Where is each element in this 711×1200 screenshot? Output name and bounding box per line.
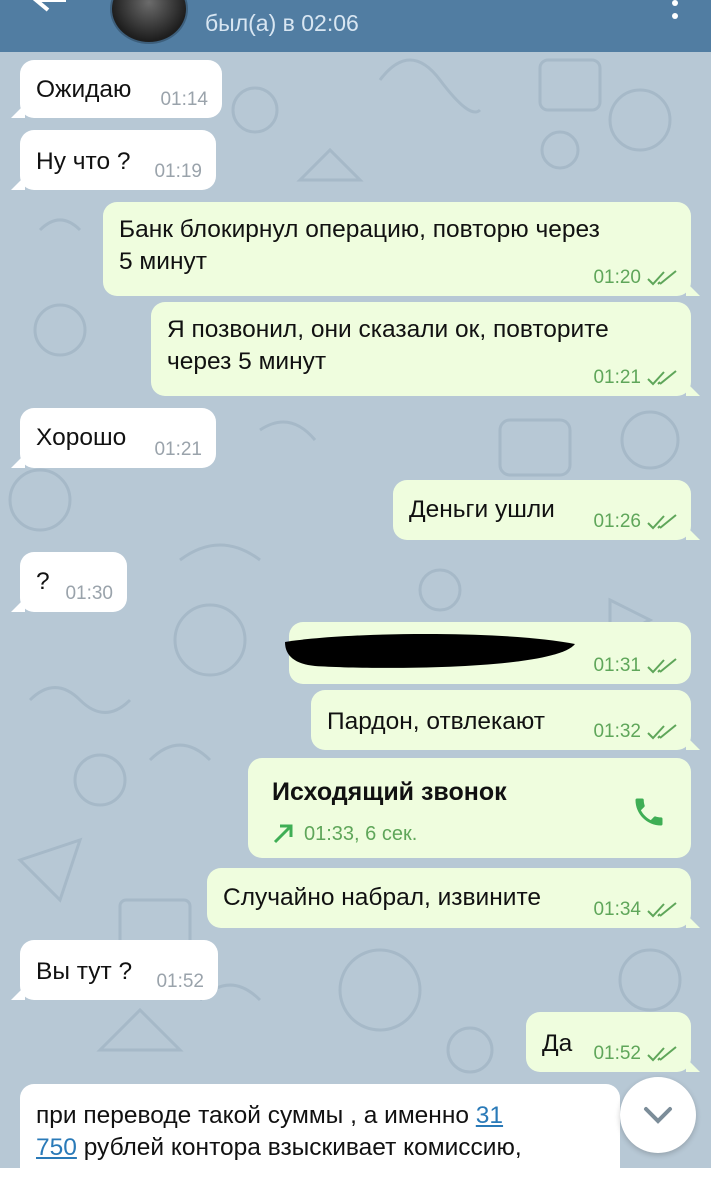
message-time: 01:26	[593, 511, 641, 532]
message-time-wrap: 01:52	[593, 1044, 677, 1064]
message-outgoing[interactable]: Случайно набрал, извините 01:34	[207, 868, 700, 928]
message-time: 01:21	[154, 439, 202, 460]
message-text: Пардон, отвлекают	[327, 708, 545, 735]
message-outgoing[interactable]: Да 01:52	[526, 1012, 700, 1072]
message-time-wrap: 01:20	[593, 268, 677, 288]
chevron-down-icon	[644, 1107, 672, 1124]
message-outgoing[interactable]: Пардон, отвлекают 01:32	[311, 690, 700, 750]
message-text: Вы тут ?	[36, 958, 133, 985]
message-outgoing[interactable]: Банк блокирнул операцию, повторю через 5…	[103, 202, 700, 296]
message-time-wrap: 01:34	[593, 900, 677, 920]
message-incoming[interactable]: Вы тут ? 01:52	[11, 940, 218, 1000]
amount-link[interactable]: 31	[476, 1102, 503, 1129]
call-title: Исходящий звонок	[272, 778, 507, 806]
message-text: Ожидаю	[36, 76, 132, 103]
message-time: 01:52	[156, 971, 204, 992]
message-time: 01:30	[65, 583, 113, 604]
message-text: ?	[36, 568, 50, 595]
input-bar[interactable]	[0, 1168, 711, 1200]
phone-icon[interactable]	[631, 794, 667, 830]
message-time: 01:32	[593, 721, 641, 742]
message-outgoing[interactable]: Деньги ушли 01:26	[393, 480, 700, 540]
double-check-icon	[647, 370, 677, 386]
message-time-wrap: 01:21	[593, 368, 677, 388]
message-text: рублей контора взыскивает комиссию,	[76, 1134, 522, 1161]
message-time: 01:52	[593, 1043, 641, 1064]
call-duration: 01:33, 6 сек.	[304, 823, 418, 845]
message-time: 01:31	[593, 655, 641, 676]
double-check-icon	[647, 1046, 677, 1062]
message-text: Ну что ?	[36, 148, 131, 175]
back-arrow-icon[interactable]	[30, 0, 70, 30]
message-text: Да	[542, 1030, 573, 1057]
chat-header: был(а) в 02:06	[0, 0, 711, 52]
message-incoming[interactable]: Ну что ? 01:19	[11, 130, 216, 190]
message-time-wrap: 01:31	[593, 656, 677, 676]
message-time: 01:21	[593, 367, 641, 388]
double-check-icon	[647, 902, 677, 918]
message-time: 01:20	[593, 267, 641, 288]
call-meta: 01:33, 6 сек.	[272, 818, 417, 850]
message-time: 01:19	[154, 161, 202, 182]
message-time-wrap: 01:26	[593, 512, 677, 532]
message-incoming[interactable]: Хорошо 01:21	[11, 408, 216, 468]
message-text: Хорошо	[36, 424, 127, 451]
message-time-wrap: 01:32	[593, 722, 677, 742]
message-time: 01:14	[160, 89, 208, 110]
message-text: Деньги ушли	[409, 496, 555, 523]
outgoing-arrow-icon	[273, 824, 293, 844]
scroll-down-button[interactable]	[620, 1077, 696, 1153]
redaction-scribble	[285, 634, 575, 668]
message-incoming[interactable]: ? 01:30	[11, 552, 127, 612]
message-incoming-partial[interactable]: при переводе такой суммы , а именно 31 75…	[20, 1084, 620, 1180]
more-menu-icon[interactable]	[669, 0, 681, 24]
message-text: Случайно набрал, извините	[223, 884, 542, 911]
double-check-icon	[647, 270, 677, 286]
message-text-line: 5 минут	[119, 248, 207, 275]
message-text-line: Банк блокирнул операцию, повторю через	[119, 216, 600, 243]
message-text-line: Я позвонил, они сказали ок, повторите	[167, 316, 609, 343]
amount-link[interactable]: 750	[36, 1134, 77, 1161]
message-time: 01:34	[593, 899, 641, 920]
message-text: при переводе такой суммы , а именно	[36, 1102, 476, 1129]
double-check-icon	[647, 514, 677, 530]
double-check-icon	[647, 724, 677, 740]
avatar[interactable]	[110, 0, 188, 44]
message-outgoing[interactable]: Я позвонил, они сказали ок, повторите че…	[151, 302, 700, 396]
call-message[interactable]: Исходящий звонок 01:33, 6 сек.	[248, 758, 691, 858]
last-seen-status: был(а) в 02:06	[205, 10, 359, 36]
double-check-icon	[647, 658, 677, 674]
message-incoming[interactable]: Ожидаю 01:14	[11, 60, 222, 118]
